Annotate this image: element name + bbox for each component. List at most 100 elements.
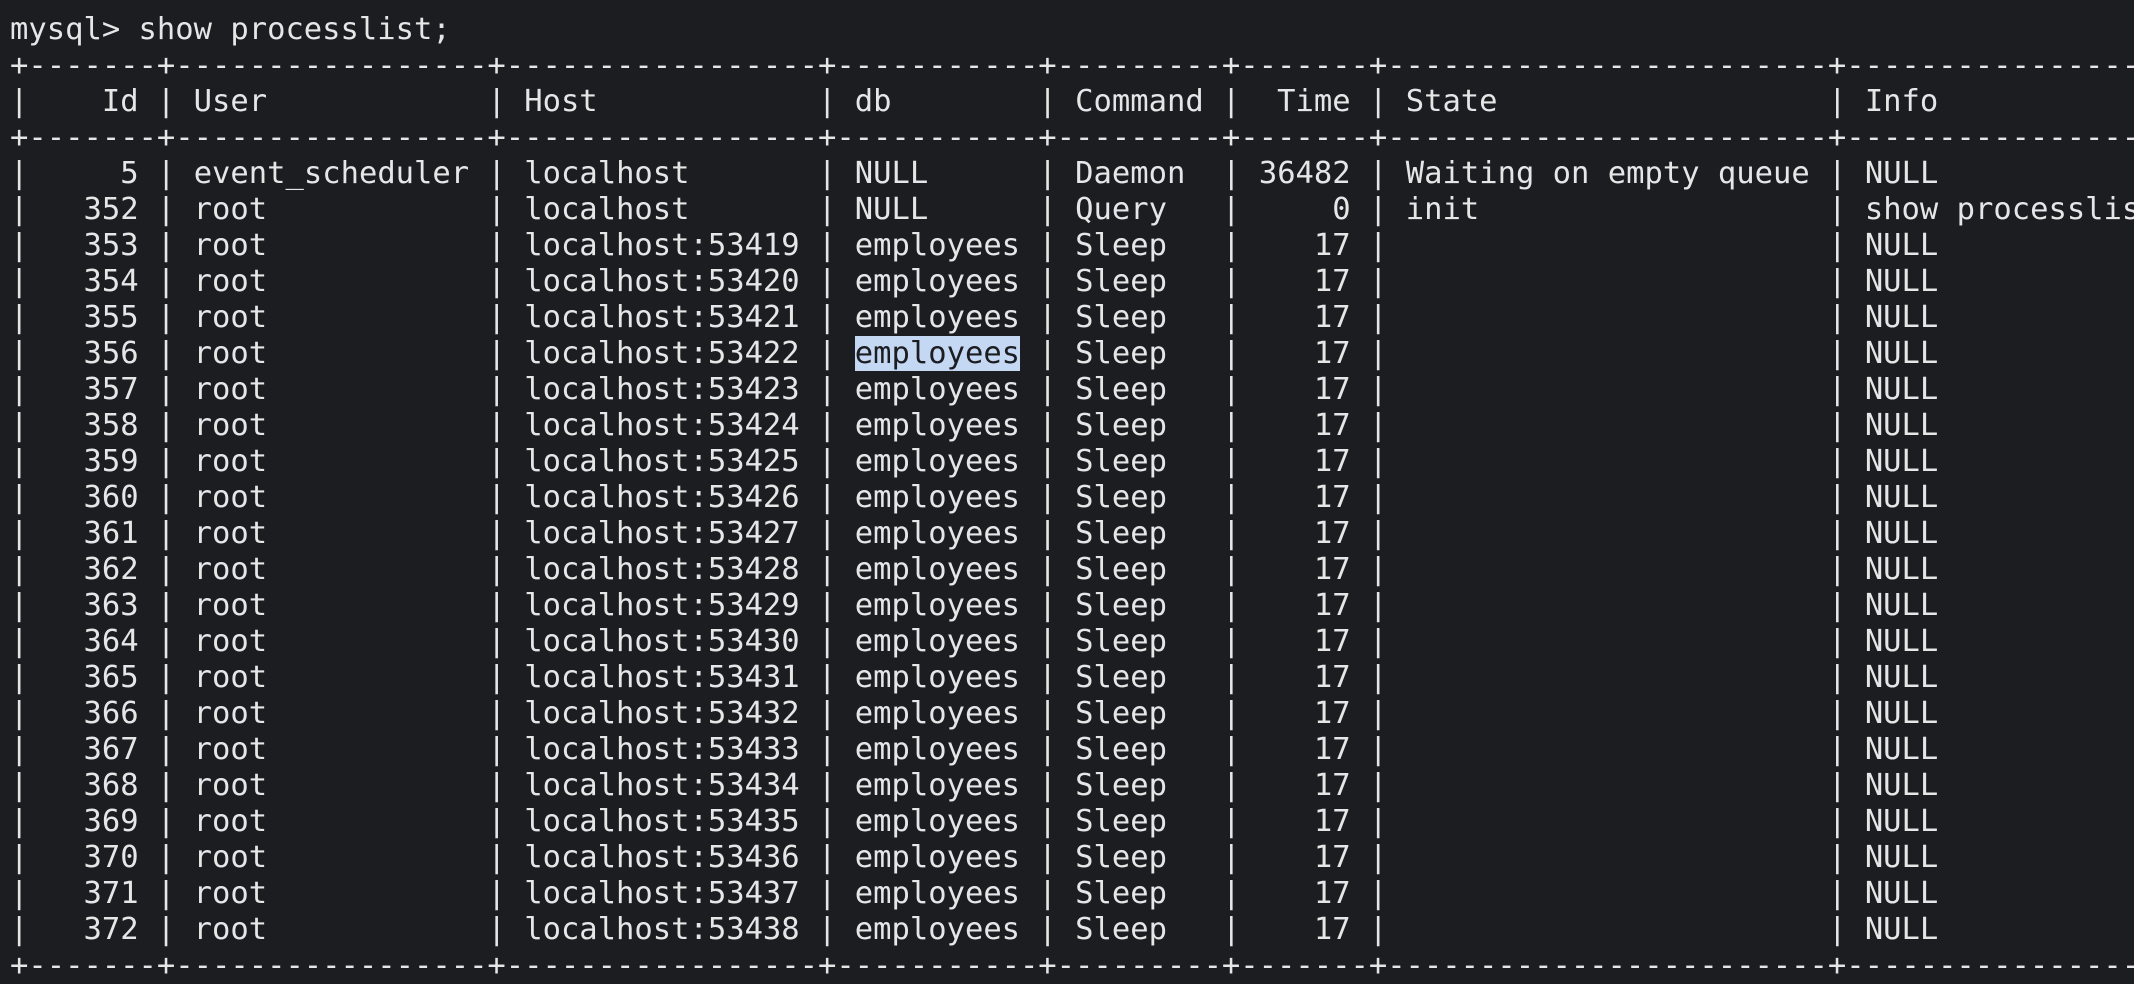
cell-info: NULL: [1864, 228, 1939, 263]
terminal-window[interactable]: mysql> show processlist; +-------+------…: [0, 0, 2134, 984]
cell-info: NULL: [1864, 732, 1939, 767]
cell-id: 368: [83, 768, 139, 803]
mysql-prompt: mysql>: [10, 12, 139, 47]
cell-time: 17: [1313, 408, 1351, 443]
cell-command: Sleep: [1075, 336, 1167, 371]
cell-host: localhost:53433: [524, 732, 800, 767]
cell-user: root: [193, 408, 268, 443]
cell-info: NULL: [1864, 336, 1939, 371]
cell-command: Sleep: [1075, 444, 1167, 479]
cell-db: employees: [854, 660, 1021, 695]
cell-db: NULL: [854, 156, 929, 191]
cell-info: NULL: [1864, 372, 1939, 407]
cell-time: 17: [1313, 840, 1351, 875]
cell-db: employees: [854, 732, 1021, 767]
cell-time: 17: [1313, 768, 1351, 803]
cell-id: 369: [83, 804, 139, 839]
cell-host: localhost:53428: [524, 552, 800, 587]
cell-db: NULL: [854, 192, 929, 227]
cell-time: 17: [1313, 732, 1351, 767]
cell-info: NULL: [1864, 696, 1939, 731]
cell-host: localhost:53425: [524, 444, 800, 479]
cell-command: Sleep: [1075, 264, 1167, 299]
table-row: | 355 | root | localhost:53421 | employe…: [10, 300, 1939, 335]
cell-user: root: [193, 840, 268, 875]
cell-user: event_scheduler: [193, 156, 470, 191]
cell-id: 372: [83, 912, 139, 947]
cell-time: 17: [1313, 696, 1351, 731]
cell-host: localhost:53430: [524, 624, 800, 659]
cell-info: NULL: [1864, 876, 1939, 911]
cell-user: root: [193, 768, 268, 803]
cell-id: 371: [83, 876, 139, 911]
cell-user: root: [193, 516, 268, 551]
cell-user: root: [193, 696, 268, 731]
cell-info: NULL: [1864, 444, 1939, 479]
cell-time: 17: [1313, 588, 1351, 623]
cell-id: 356: [83, 336, 139, 371]
cell-user: root: [193, 876, 268, 911]
cell-id: 358: [83, 408, 139, 443]
table-border-bottom: +-------+-----------------+-------------…: [10, 948, 2134, 983]
cell-command: Sleep: [1075, 840, 1167, 875]
column-header-info: Info: [1864, 84, 1939, 119]
cell-info: NULL: [1864, 156, 1939, 191]
cell-id: 367: [83, 732, 139, 767]
cell-time: 17: [1313, 624, 1351, 659]
cell-info: NULL: [1864, 768, 1939, 803]
cell-host: localhost:53435: [524, 804, 800, 839]
cell-command: Sleep: [1075, 480, 1167, 515]
cell-id: 359: [83, 444, 139, 479]
table-row: | 353 | root | localhost:53419 | employe…: [10, 228, 1939, 263]
command-line: mysql> show processlist;: [10, 12, 2134, 48]
column-header-host: Host: [524, 84, 598, 119]
cell-command: Sleep: [1075, 696, 1167, 731]
cell-state: Waiting on empty queue: [1405, 156, 1810, 191]
cell-time: 17: [1313, 372, 1351, 407]
cell-db: employees: [854, 552, 1021, 587]
column-header-time: Time: [1277, 84, 1351, 119]
cell-db: employees: [854, 876, 1021, 911]
table-row: | 363 | root | localhost:53429 | employe…: [10, 588, 1939, 623]
cell-user: root: [193, 624, 268, 659]
table-row: | 368 | root | localhost:53434 | employe…: [10, 768, 1939, 803]
cell-id: 364: [83, 624, 139, 659]
cell-info: show processlist: [1864, 192, 2134, 227]
cell-user: root: [193, 336, 268, 371]
cell-info: NULL: [1864, 552, 1939, 587]
table-row: | 371 | root | localhost:53437 | employe…: [10, 876, 1939, 911]
cell-id: 365: [83, 660, 139, 695]
cell-id: 5: [120, 156, 139, 191]
cell-host: localhost: [524, 192, 690, 227]
cell-host: localhost:53432: [524, 696, 800, 731]
cell-host: localhost:53421: [524, 300, 800, 335]
cell-id: 352: [83, 192, 139, 227]
cell-info: NULL: [1864, 840, 1939, 875]
cell-user: root: [193, 480, 268, 515]
table-border-top: +-------+-----------------+-------------…: [10, 48, 2134, 83]
cell-db: employees: [854, 300, 1021, 335]
cell-id: 370: [83, 840, 139, 875]
cell-user: root: [193, 372, 268, 407]
table-row: | 370 | root | localhost:53436 | employe…: [10, 840, 1939, 875]
cell-host: localhost:53429: [524, 588, 800, 623]
cell-host: localhost: [524, 156, 690, 191]
table-row: | 359 | root | localhost:53425 | employe…: [10, 444, 1939, 479]
cell-host: localhost:53436: [524, 840, 800, 875]
column-header-command: Command: [1075, 84, 1204, 119]
table-row: | 372 | root | localhost:53438 | employe…: [10, 912, 1939, 947]
cell-id: 354: [83, 264, 139, 299]
column-header-user: User: [193, 84, 268, 119]
table-row: | 5 | event_scheduler | localhost | NULL…: [10, 156, 1939, 191]
cell-command: Query: [1075, 192, 1167, 227]
cell-db: employees: [854, 228, 1021, 263]
cell-info: NULL: [1864, 804, 1939, 839]
table-row: | 354 | root | localhost:53420 | employe…: [10, 264, 1939, 299]
cell-info: NULL: [1864, 300, 1939, 335]
cell-host: localhost:53426: [524, 480, 800, 515]
cell-info: NULL: [1864, 660, 1939, 695]
cell-host: localhost:53419: [524, 228, 800, 263]
cell-user: root: [193, 444, 268, 479]
cell-time: 17: [1313, 264, 1351, 299]
cell-time: 36482: [1258, 156, 1351, 191]
